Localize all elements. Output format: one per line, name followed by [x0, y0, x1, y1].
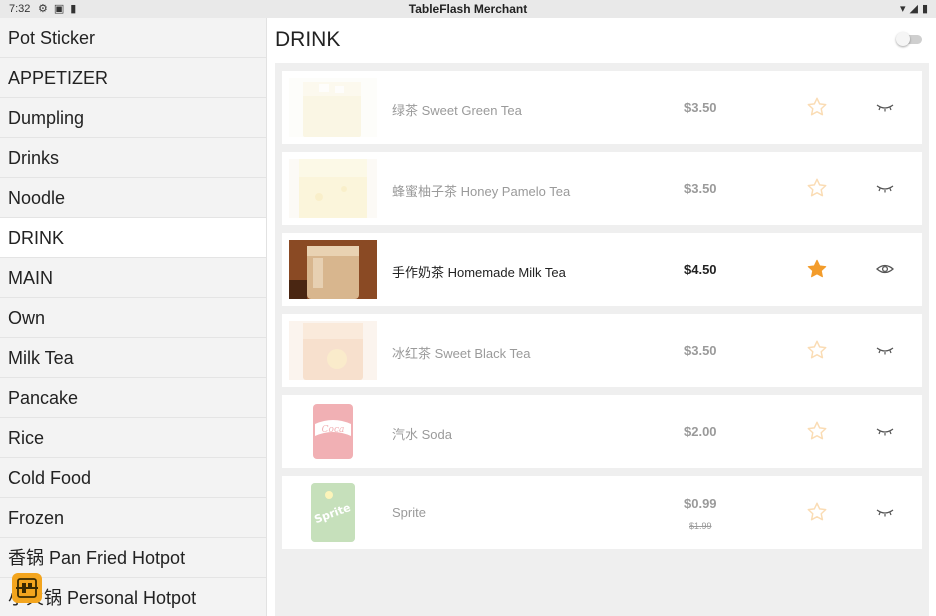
milk-tea-image: [289, 240, 377, 299]
menu-item-price: $3.50: [684, 343, 717, 358]
battery-icon: ▮: [921, 3, 928, 15]
menu-item-name: Sprite: [392, 505, 426, 520]
svg-text:Coca: Coca: [322, 425, 345, 435]
soda-can-image: Coca: [289, 402, 377, 461]
sidebar-category-item[interactable]: Drinks: [0, 138, 266, 178]
category-sidebar: Pot Sticker APPETIZER Dumpling Drinks Noodle…: [0, 18, 267, 616]
green-tea-image: [289, 78, 377, 137]
sidebar-category-item[interactable]: Noodle: [0, 178, 266, 218]
menu-item-card[interactable]: Sprite Sprite $0.99 $1.99: [282, 476, 922, 549]
app-title: TableFlash Merchant: [408, 2, 528, 16]
honey-pomelo-tea-image: [289, 159, 377, 218]
menu-item-list: 绿茶 Sweet Green Tea $3.50 蜂蜜柚子茶 Honey Pamel…: [275, 63, 929, 616]
toggle-knob: [896, 32, 910, 46]
menu-item-name: 蜂蜜柚子茶 Honey Pamelo Tea: [392, 184, 571, 199]
menu-item-card[interactable]: 冰红茶 Sweet Black Tea $3.50: [282, 314, 922, 387]
sidebar-category-item[interactable]: Frozen: [0, 498, 266, 538]
menu-item-name: 手作奶茶 Homemade Milk Tea: [392, 265, 566, 280]
signal-icon: ◢: [909, 3, 918, 15]
eye-open-icon[interactable]: [876, 262, 894, 276]
sidebar-category-item[interactable]: Dumpling: [0, 98, 266, 138]
menu-item-price: $4.50: [684, 262, 717, 277]
menu-item-name: 汽水 Soda: [392, 427, 452, 442]
black-tea-image: [289, 321, 377, 380]
menu-item-original-price: $1.99: [689, 521, 712, 531]
star-outline-icon[interactable]: [806, 177, 828, 199]
sidebar-category-item[interactable]: Pot Sticker: [0, 18, 266, 58]
menu-item-card[interactable]: 手作奶茶 Homemade Milk Tea $4.50: [282, 233, 922, 306]
eye-closed-icon[interactable]: [876, 505, 894, 519]
eye-closed-icon[interactable]: [876, 181, 894, 195]
category-visibility-toggle[interactable]: [896, 32, 922, 46]
sidebar-category-item[interactable]: DRINK: [0, 218, 266, 258]
eye-closed-icon[interactable]: [876, 343, 894, 357]
menu-item-price: $2.00: [684, 424, 717, 439]
menu-item-name: 绿茶 Sweet Green Tea: [392, 103, 522, 118]
star-outline-icon[interactable]: [806, 339, 828, 361]
system-indicators: ▾ ◢ ▮: [900, 2, 928, 15]
menu-item-card[interactable]: Coca 汽水 Soda $2.00: [282, 395, 922, 468]
sidebar-category-item[interactable]: Own: [0, 298, 266, 338]
star-outline-icon[interactable]: [806, 501, 828, 523]
star-outline-icon[interactable]: [806, 420, 828, 442]
sidebar-category-item[interactable]: 香锅 Pan Fried Hotpot: [0, 538, 266, 578]
sprite-can-image: Sprite: [289, 483, 377, 542]
menu-item-price: $3.50: [684, 181, 717, 196]
menu-item-card[interactable]: 蜂蜜柚子茶 Honey Pamelo Tea $3.50: [282, 152, 922, 225]
wifi-icon: ▾: [899, 3, 906, 15]
star-outline-icon[interactable]: [806, 96, 828, 118]
menu-item-price: $3.50: [684, 100, 717, 115]
page-title: DRINK: [275, 28, 341, 51]
status-bar: 7:32 ⚙ ▣ ▮ TableFlash Merchant ▾ ◢ ▮: [0, 0, 936, 18]
sidebar-category-item[interactable]: APPETIZER: [0, 58, 266, 98]
sidebar-category-item[interactable]: Rice: [0, 418, 266, 458]
qr-scan-icon: [16, 578, 38, 598]
sidebar-category-item[interactable]: Milk Tea: [0, 338, 266, 378]
sidebar-category-item[interactable]: Cold Food: [0, 458, 266, 498]
scan-qr-button[interactable]: [12, 573, 42, 603]
menu-item-name: 冰红茶 Sweet Black Tea: [392, 346, 531, 361]
main-panel: DRINK 绿茶 Sweet Green Tea $3.50 蜂蜜柚子茶 Honey…: [267, 18, 936, 616]
sidebar-category-item[interactable]: MAIN: [0, 258, 266, 298]
menu-item-card[interactable]: 绿茶 Sweet Green Tea $3.50: [282, 71, 922, 144]
sidebar-category-item[interactable]: Pancake: [0, 378, 266, 418]
eye-closed-icon[interactable]: [876, 424, 894, 438]
menu-item-price: $0.99: [684, 496, 717, 511]
eye-closed-icon[interactable]: [876, 100, 894, 114]
star-filled-icon[interactable]: [806, 258, 828, 280]
